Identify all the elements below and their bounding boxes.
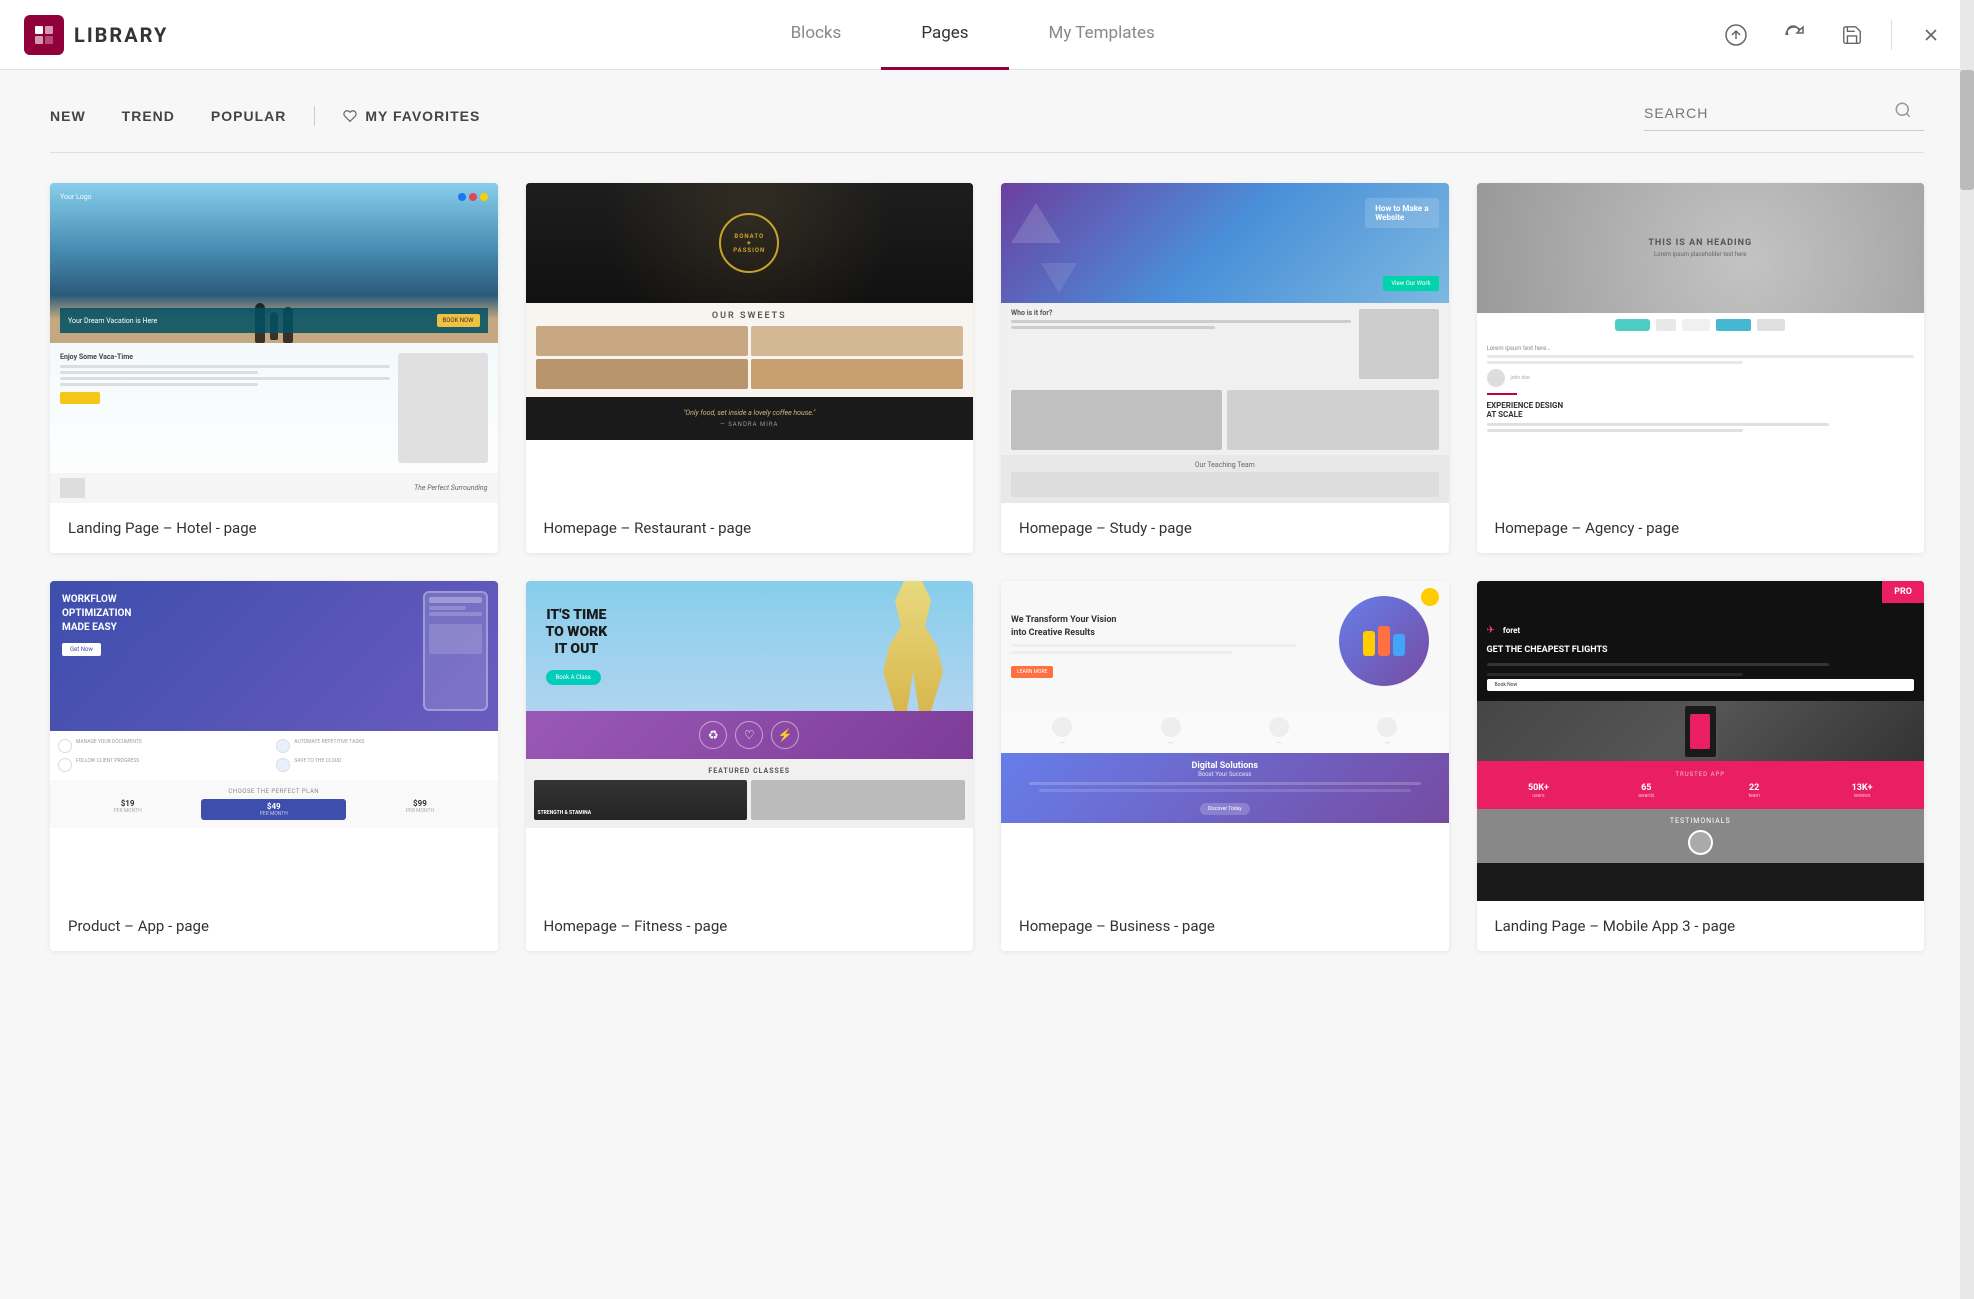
card-fitness[interactable]: IT'S TIMETO WORKIT OUT Book A Class ♻ ♡ … — [526, 581, 974, 951]
close-button[interactable] — [1912, 16, 1950, 54]
header-divider — [1891, 20, 1892, 50]
filter-new[interactable]: NEW — [50, 100, 104, 132]
card-label-business: Homepage – Business - page — [1001, 901, 1449, 951]
card-label-fitness: Homepage – Fitness - page — [526, 901, 974, 951]
card-agency[interactable]: THIS IS AN HEADING Lorem ipsum placehold… — [1477, 183, 1925, 553]
upload-button[interactable] — [1717, 16, 1755, 54]
thumb-fitness: IT'S TIMETO WORKIT OUT Book A Class ♻ ♡ … — [526, 581, 974, 901]
hotel-content-left: Enjoy Some Vaca-Time — [60, 353, 390, 463]
search-area — [1644, 101, 1924, 131]
thumb-app: WORKFLOWOPTIMIZATIONMADE EASY Get Now — [50, 581, 498, 901]
scrollbar[interactable] — [1960, 0, 1974, 1299]
card-hotel[interactable]: Your Logo Your Dream Vacation is Here BO… — [50, 183, 498, 553]
template-grid: Your Logo Your Dream Vacation is Here BO… — [50, 183, 1924, 951]
filter-separator — [314, 106, 315, 126]
logo-text: LIBRARY — [74, 23, 168, 47]
thumb-agency: THIS IS AN HEADING Lorem ipsum placehold… — [1477, 183, 1925, 503]
card-mobile[interactable]: PRO ✈ foret GET THE CHEAPEST FLIGHTS Boo… — [1477, 581, 1925, 951]
content-area: NEW TREND POPULAR MY FAVORITES — [0, 70, 1974, 1299]
card-study[interactable]: How to Make aWebsite View Our Work Who i… — [1001, 183, 1449, 553]
search-input[interactable] — [1644, 105, 1884, 121]
hotel-banner: Your Dream Vacation is Here BOOK NOW — [60, 308, 488, 333]
thumb-hotel: Your Logo Your Dream Vacation is Here BO… — [50, 183, 498, 503]
filter-bar: NEW TREND POPULAR MY FAVORITES — [50, 100, 1924, 153]
filter-favorites[interactable]: MY FAVORITES — [325, 100, 498, 132]
pro-badge: PRO — [1882, 581, 1924, 603]
thumb-study: How to Make aWebsite View Our Work Who i… — [1001, 183, 1449, 503]
favorites-label: MY FAVORITES — [365, 108, 480, 124]
hotel-social-dots — [458, 193, 488, 201]
search-button[interactable] — [1894, 101, 1912, 124]
card-label-hotel: Landing Page – Hotel - page — [50, 503, 498, 553]
thumb-business: We Transform Your Visioninto Creative Re… — [1001, 581, 1449, 901]
logo-area: LIBRARY — [24, 15, 168, 55]
card-app[interactable]: WORKFLOWOPTIMIZATIONMADE EASY Get Now — [50, 581, 498, 951]
rest-sweets: OUR SWEETS — [526, 303, 974, 397]
tab-my-templates[interactable]: My Templates — [1009, 0, 1195, 70]
logo-icon — [24, 15, 64, 55]
thumb-restaurant: BONATO✦PASSION OUR SWEETS "Only food, se… — [526, 183, 974, 503]
card-business[interactable]: We Transform Your Visioninto Creative Re… — [1001, 581, 1449, 951]
nav-tabs: Blocks Pages My Templates — [228, 0, 1717, 70]
card-label-restaurant: Homepage – Restaurant - page — [526, 503, 974, 553]
tab-blocks[interactable]: Blocks — [751, 0, 882, 70]
save-button[interactable] — [1833, 16, 1871, 54]
card-restaurant[interactable]: BONATO✦PASSION OUR SWEETS "Only food, se… — [526, 183, 974, 553]
hotel-logo: Your Logo — [60, 193, 92, 201]
refresh-button[interactable] — [1775, 16, 1813, 54]
scrollbar-thumb[interactable] — [1960, 70, 1974, 190]
tab-pages[interactable]: Pages — [881, 0, 1008, 70]
filter-popular[interactable]: POPULAR — [193, 100, 304, 132]
filter-trend[interactable]: TREND — [104, 100, 193, 132]
hotel-content-right — [398, 353, 488, 463]
card-label-mobile: Landing Page – Mobile App 3 - page — [1477, 901, 1925, 951]
card-label-app: Product – App - page — [50, 901, 498, 951]
header: LIBRARY Blocks Pages My Templates — [0, 0, 1974, 70]
card-label-agency: Homepage – Agency - page — [1477, 503, 1925, 553]
card-label-study: Homepage – Study - page — [1001, 503, 1449, 553]
header-actions — [1717, 16, 1950, 54]
thumb-mobile: PRO ✈ foret GET THE CHEAPEST FLIGHTS Boo… — [1477, 581, 1925, 901]
